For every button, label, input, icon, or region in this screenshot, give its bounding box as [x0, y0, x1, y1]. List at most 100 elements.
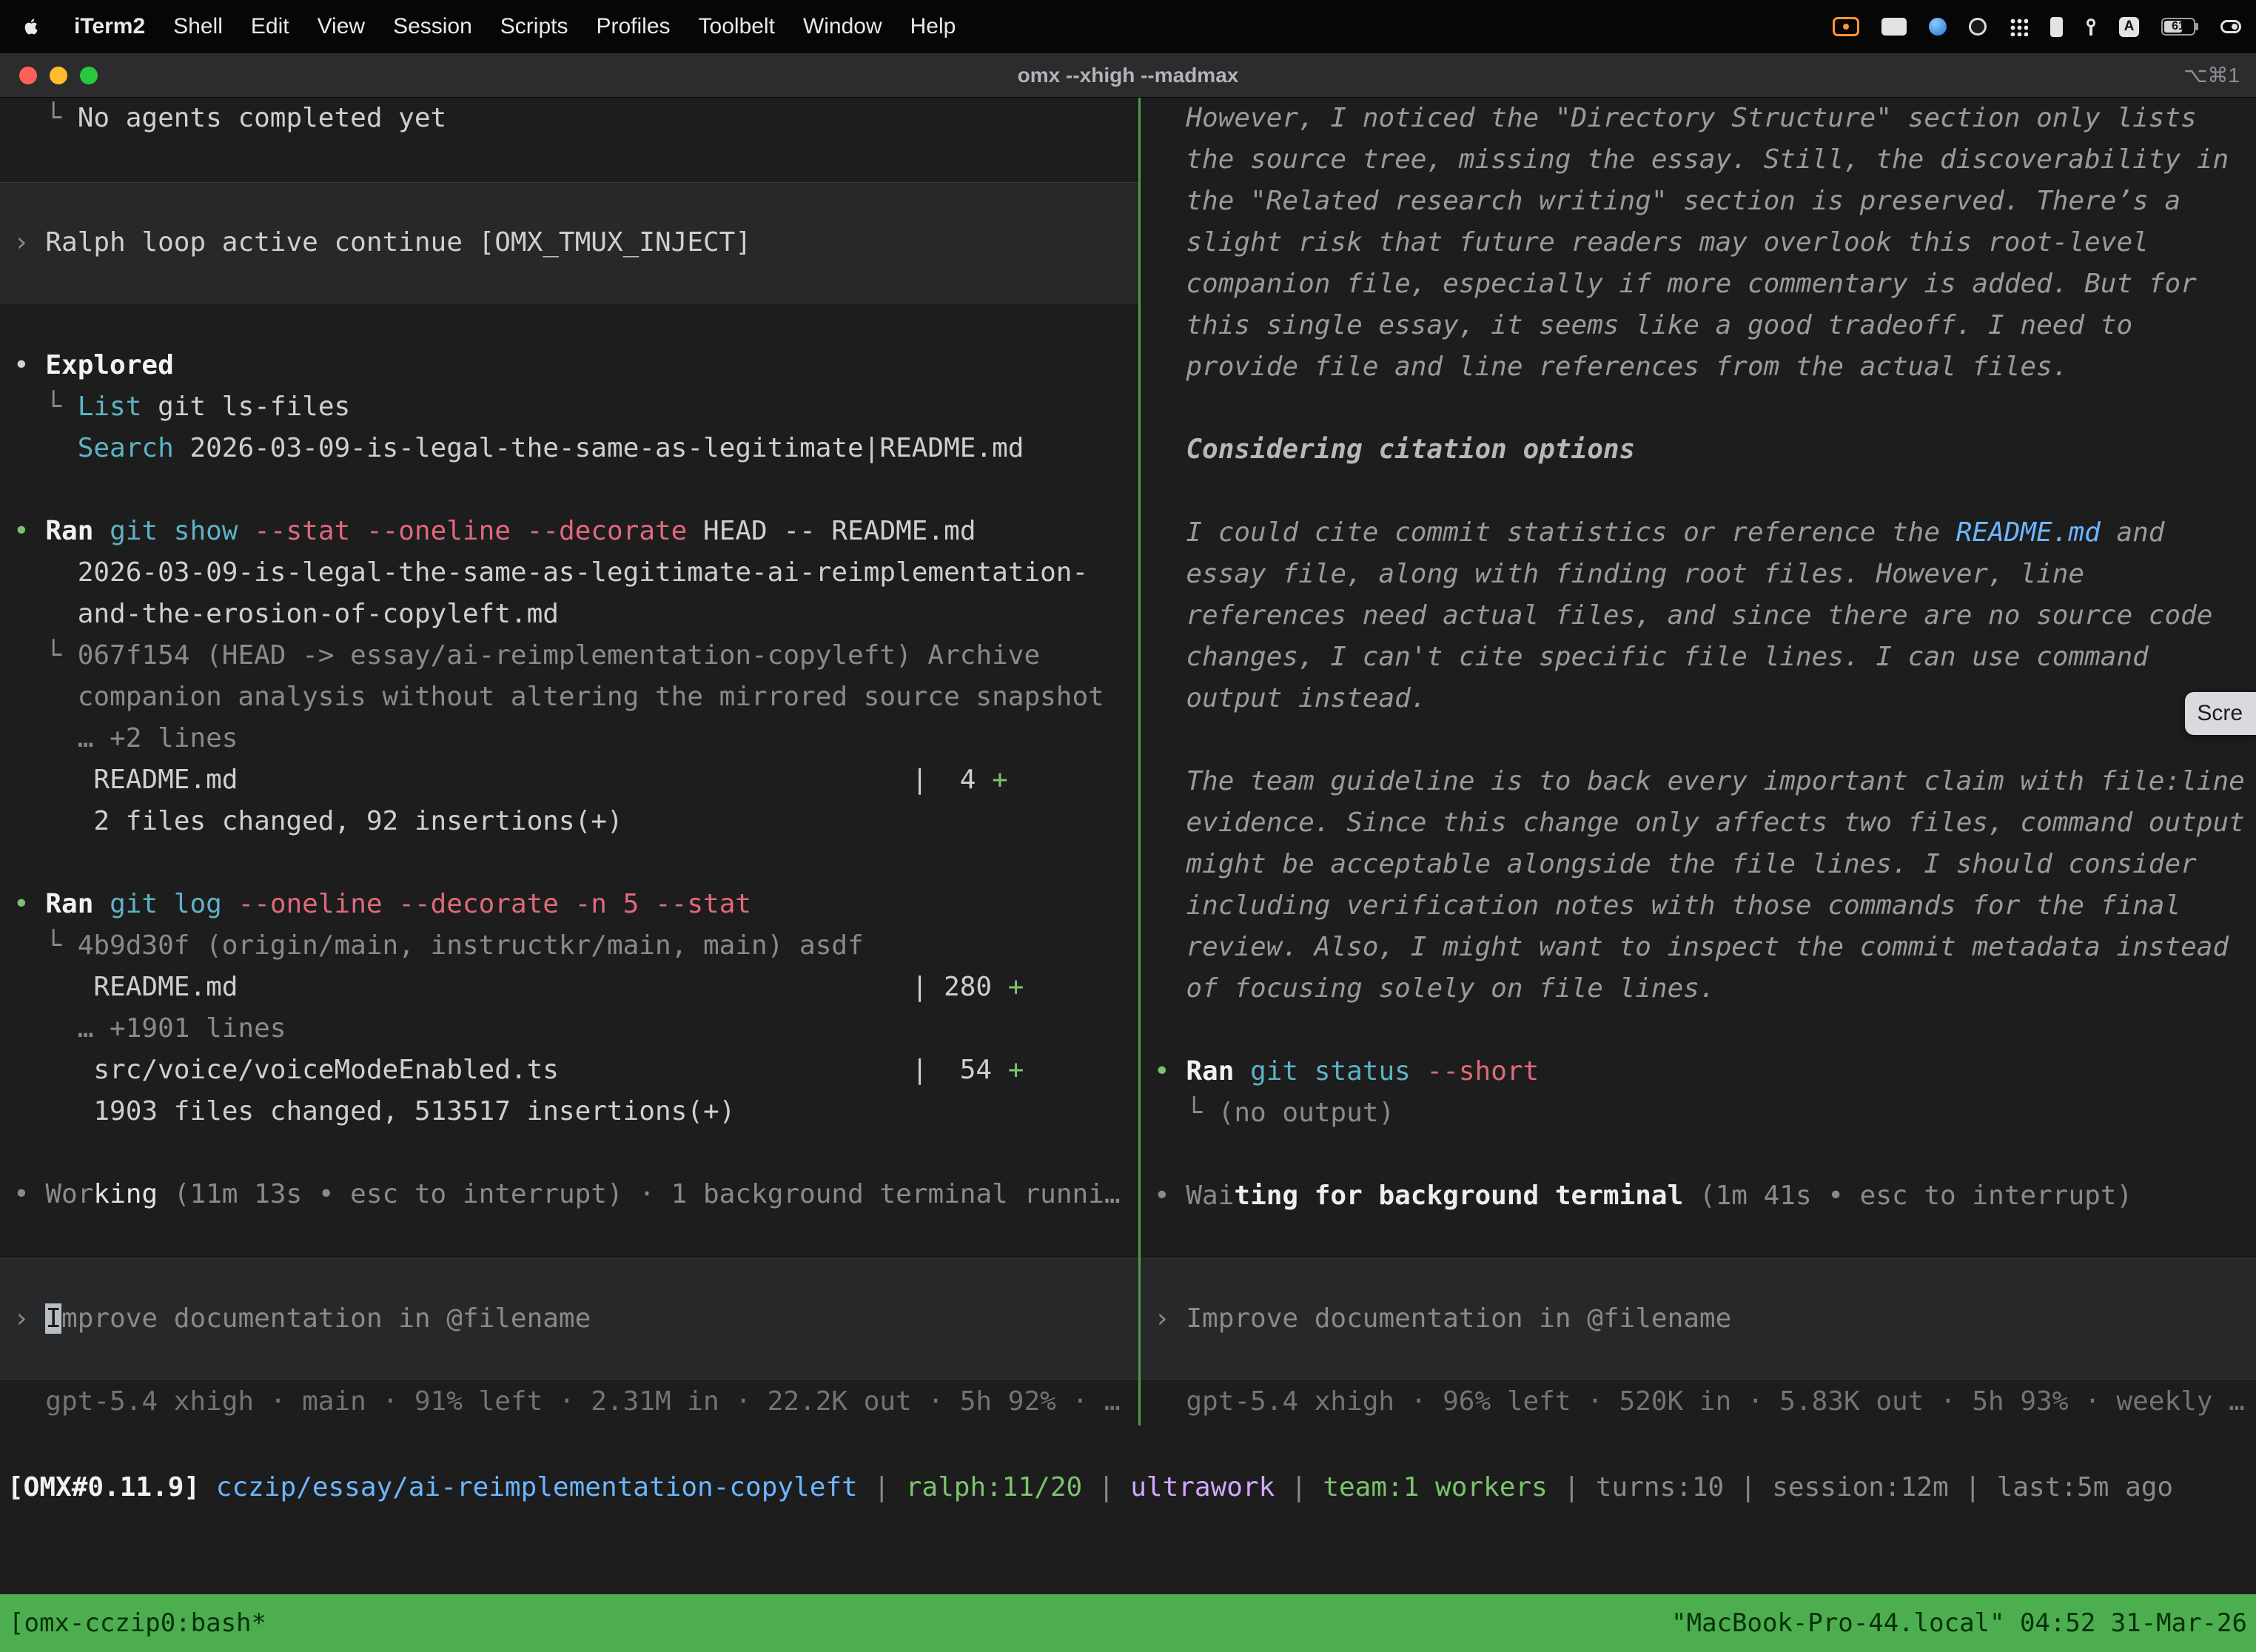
text-segment — [1154, 932, 1186, 962]
text-segment: › — [1154, 1303, 1186, 1334]
terminal-line: › Improve documentation in @filename — [0, 1298, 591, 1340]
text-segment: • — [1154, 1056, 1186, 1087]
menu-session[interactable]: Session — [393, 14, 472, 39]
text-segment: README.md | 4 — [13, 765, 992, 795]
text-segment: of focusing solely on file lines. — [1186, 973, 1715, 1004]
text-segment — [1154, 186, 1186, 216]
text-segment: git log — [110, 889, 222, 919]
text-segment: List — [78, 392, 142, 422]
text-segment — [1154, 807, 1186, 838]
text-segment: git status — [1250, 1056, 1411, 1087]
text-segment: --short — [1427, 1056, 1540, 1087]
terminal-line: slight risk that future readers may over… — [1141, 222, 2256, 263]
color-drop-icon[interactable] — [1929, 18, 1947, 36]
text-segment: Ran — [45, 516, 93, 546]
terminal-line: and-the-erosion-of-copyleft.md — [0, 594, 1138, 635]
text-segment: ting for background terminal — [1234, 1181, 1683, 1211]
terminal-line: └ 067f154 (HEAD -> essay/ai-reimplementa… — [0, 635, 1138, 676]
screen-notification-toast[interactable]: Scre — [2185, 692, 2256, 735]
control-center-icon[interactable] — [2220, 20, 2241, 33]
text-segment: slight risk that future readers may over… — [1186, 227, 2148, 258]
right-terminal-pane[interactable]: However, I noticed the "Directory Struct… — [1141, 98, 2256, 1426]
window-title: omx --xhigh --madmax — [0, 64, 2256, 87]
menu-help[interactable]: Help — [910, 14, 956, 39]
text-segment — [1154, 849, 1186, 879]
terminal-line: the source tree, missing the essay. Stil… — [1141, 139, 2256, 181]
text-segment: last:5m ago — [1997, 1472, 2173, 1502]
terminal-line: companion file, especially if more comme… — [1141, 263, 2256, 305]
left-chat-input-box[interactable]: › Improve documentation in @filename — [0, 1258, 1138, 1380]
terminal-line: gpt-5.4 xhigh · 96% left · 520K in · 5.8… — [1141, 1381, 2256, 1423]
text-segment — [93, 889, 110, 919]
text-segment: • — [13, 889, 45, 919]
terminal-line: evidence. Since this change only affects… — [1141, 802, 2256, 844]
input-source-icon[interactable]: A — [2119, 17, 2139, 37]
text-segment — [1234, 1056, 1250, 1087]
text-segment: provide file and line references from th… — [1186, 352, 2068, 382]
menu-toolbelt[interactable]: Toolbelt — [699, 14, 775, 39]
keyboard-icon[interactable] — [1881, 18, 1907, 36]
text-segment: and-the-erosion-of-copyleft.md — [13, 599, 559, 629]
tmux-status-bar: [omx-cczip0:bash* "MacBook-Pro-44.local"… — [0, 1594, 2256, 1652]
menu-items: iTerm2 Shell Edit View Session Scripts Profile… — [74, 14, 956, 39]
text-segment: git ls-files — [141, 392, 350, 422]
text-segment — [1154, 766, 1186, 796]
terminal-line: › Improve documentation in @filename — [1141, 1298, 1731, 1340]
apple-menu-icon[interactable] — [22, 14, 44, 39]
text-segment — [1154, 517, 1186, 548]
terminal-line: including verification notes with those … — [1141, 885, 2256, 927]
screen-recording-indicator-icon[interactable] — [1833, 17, 1859, 36]
battery-icon[interactable]: 61 — [2161, 18, 2198, 36]
text-segment: └ — [13, 103, 78, 133]
right-chat-input-box[interactable]: › Improve documentation in @filename — [1141, 1258, 2256, 1380]
tmux-host-clock: "MacBook-Pro-44.local" 04:52 31-Mar-26 — [1671, 1608, 2247, 1638]
terminal-line: 2 files changed, 92 insertions(+) — [0, 801, 1138, 842]
text-segment: No agents completed yet — [78, 103, 447, 133]
text-segment: • — [1154, 1181, 1186, 1211]
text-segment: companion file, especially if more comme… — [1186, 269, 2196, 299]
key-icon[interactable] — [2085, 16, 2097, 37]
terminal-line: └ List git ls-files — [0, 386, 1138, 428]
text-segment: I could cite commit statistics or refere… — [1186, 517, 1955, 548]
text-segment: [OMX#0.11.9] — [7, 1472, 200, 1502]
dots-grid-icon[interactable] — [2009, 17, 2028, 36]
menu-profiles[interactable]: Profiles — [596, 14, 670, 39]
menu-view[interactable]: View — [318, 14, 365, 39]
text-segment: Improve documentation in @filename — [1186, 1303, 1731, 1334]
text-segment: | — [1082, 1472, 1130, 1502]
menu-shell[interactable]: Shell — [173, 14, 223, 39]
phone-icon[interactable] — [2050, 17, 2063, 37]
terminal-line: companion analysis without altering the … — [0, 676, 1138, 718]
menu-edit[interactable]: Edit — [251, 14, 289, 39]
omx-session-status-bar: [OMX#0.11.9] cczip/essay/ai-reimplementa… — [0, 1467, 2256, 1508]
text-segment: Considering citation options — [1186, 434, 1635, 465]
terminal-line — [0, 469, 1138, 511]
app-circle-icon[interactable] — [1969, 18, 1987, 36]
text-segment: Ran — [45, 889, 93, 919]
text-segment: ultrawork — [1130, 1472, 1275, 1502]
text-segment: references need actual files, and since … — [1186, 600, 2212, 631]
left-terminal-pane[interactable]: └ No agents completed yet › Ralph loop a… — [0, 98, 1138, 1426]
text-segment: src/voice/voiceModeEnabled.ts | 54 — [13, 1055, 1008, 1085]
terminal-line — [1141, 388, 2256, 429]
text-segment: | — [1275, 1472, 1323, 1502]
text-segment — [1154, 227, 1186, 258]
text-segment: | — [1548, 1472, 1596, 1502]
terminal-line: • Ran git log --oneline --decorate -n 5 … — [0, 884, 1138, 925]
terminal-line: However, I noticed the "Directory Struct… — [1141, 98, 2256, 139]
text-segment: I — [45, 1303, 61, 1334]
text-segment — [1154, 600, 1186, 631]
ralph-loop-prompt-box[interactable]: › Ralph loop active continue [OMX_TMUX_I… — [0, 182, 1138, 303]
text-segment: companion analysis without altering the … — [13, 682, 1104, 712]
text-segment — [1154, 973, 1186, 1004]
menu-scripts[interactable]: Scripts — [500, 14, 568, 39]
text-segment: session:12m — [1772, 1472, 1948, 1502]
terminal-line: The team guideline is to back every impo… — [1141, 761, 2256, 802]
text-segment — [1154, 683, 1186, 713]
text-segment: including verification notes with those … — [1186, 890, 2181, 921]
text-segment — [1154, 559, 1186, 589]
menu-iterm2[interactable]: iTerm2 — [74, 14, 145, 39]
text-segment: › — [13, 1303, 45, 1334]
left-pane-transcript: • Explored └ List git ls-files Search 20… — [0, 345, 1138, 1215]
menu-window[interactable]: Window — [803, 14, 882, 39]
